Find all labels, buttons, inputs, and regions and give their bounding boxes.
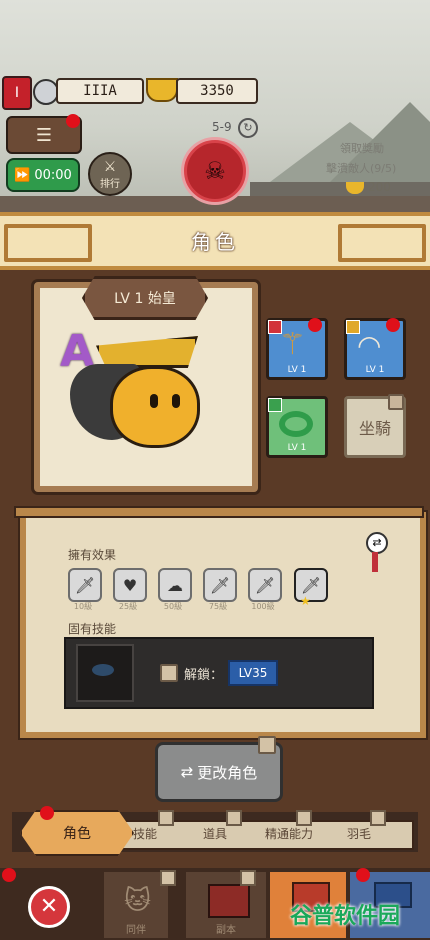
crossed-swords-icon: ⚔ [103, 158, 117, 175]
swap-effect-button[interactable]: ⇄ [366, 532, 388, 554]
swap-icon: ⇄ [180, 763, 194, 781]
sword-icon: 🗡 [74, 575, 96, 595]
watermark: 谷普软件园 [290, 904, 401, 929]
nav-alert-dot [2, 868, 16, 882]
tab-lock-icon [296, 810, 312, 826]
effect-threshold-5: 100級 [251, 602, 275, 611]
tassel-icon [372, 552, 378, 572]
tab-character-alert-dot [40, 806, 54, 820]
nav-close[interactable]: ✕ [0, 872, 100, 938]
nav-lock-icon [240, 870, 256, 886]
list-icon: ☰ [35, 124, 53, 146]
nav-companions[interactable]: 🐱 同伴 [104, 872, 168, 938]
close-icon: ✕ [28, 886, 70, 928]
equip-staff-alert-dot [308, 318, 322, 332]
unlock-label: 解鎖： [184, 668, 224, 683]
character-level-tag: LV 1 始皇 [82, 276, 208, 320]
cat-icon: 🐱 [124, 886, 152, 916]
equip-staff-level: LV 1 [287, 365, 307, 375]
fast-forward-icon: ⏩ [14, 167, 31, 183]
screen-header: 角色 [0, 212, 430, 270]
effect-icon-2[interactable]: ♥ [113, 568, 147, 602]
panel-ornament-top [14, 506, 424, 518]
tab-lock-icon [158, 810, 174, 826]
effect-threshold-4: 75級 [208, 602, 228, 611]
equip-staff-tag [268, 320, 282, 334]
gold-counter: 3350 [176, 78, 258, 104]
tab-lock-icon [226, 810, 242, 826]
change-character-label: 更改角色 [197, 763, 258, 782]
tab-character[interactable]: 角色 [20, 810, 134, 856]
effect-icon-1[interactable]: 🗡 [68, 568, 102, 602]
equip-fan-tag [346, 320, 360, 334]
sword-icon: 🗡 [209, 575, 231, 595]
tab-lock-icon [370, 810, 386, 826]
equip-bracelet-level: LV 1 [287, 443, 307, 453]
effects-title: 擁有效果 [68, 548, 117, 562]
change-lock-icon [258, 736, 276, 754]
staff-icon: ⚚ [279, 327, 306, 362]
rank-button[interactable]: ⚔ 排行 [88, 152, 132, 196]
nav-companions-label: 同伴 [126, 925, 146, 936]
sword-icon: 🗡 [254, 575, 276, 595]
skill-lock-icon [160, 664, 178, 682]
effect-threshold-3: 50級 [163, 602, 183, 611]
auto-play-button[interactable]: ⏩ 00:00 [6, 158, 80, 192]
effect-icon-5[interactable]: 🗡 [248, 568, 282, 602]
quest-title: 領取獎勵 [340, 142, 384, 155]
boss-demon-button[interactable]: ☠ [184, 140, 246, 202]
mount-lock-icon [388, 394, 404, 410]
ghost-icon: ☁ [167, 575, 183, 595]
effect-icon-3[interactable]: ☁ [158, 568, 192, 602]
refresh-icon[interactable]: ↻ [238, 118, 258, 138]
screen-title: 角色 [191, 230, 239, 254]
heart-icon: ♥ [122, 575, 138, 595]
sword-icon: 🗡 [300, 575, 322, 595]
skill-title: 固有技能 [68, 622, 117, 636]
gate-icon [208, 884, 250, 918]
equip-bracelet-tag [268, 398, 282, 412]
fan-icon: ◠ [357, 329, 382, 362]
wave-indicator: 5-9 [212, 120, 232, 134]
timer-text: 00:00 [34, 167, 72, 183]
quest-desc[interactable]: 擊潰敵人(9/5) [326, 160, 396, 176]
player-badge[interactable]: I [2, 76, 32, 110]
nav-lock-icon [160, 870, 176, 886]
nav-dungeon-label: 副本 [216, 925, 236, 936]
character-avatar [70, 336, 206, 454]
unlock-level-badge: LV35 [228, 660, 278, 686]
effect-threshold-1: 10級 [73, 602, 93, 611]
nav-shop-alert-dot [356, 868, 370, 882]
gem-counter: IIIA [56, 78, 144, 104]
quest-reward: 200 [368, 180, 391, 194]
equip-fan-alert-dot [386, 318, 400, 332]
star-icon: ★ [300, 594, 311, 608]
jade-bracelet-icon [279, 411, 313, 437]
demon-mask-icon: ☠ [204, 157, 226, 185]
effect-threshold-2: 25級 [118, 602, 138, 611]
rank-label: 排行 [100, 178, 120, 190]
mount-label: 坐騎 [358, 419, 391, 438]
feather-icon [92, 664, 114, 676]
tab-mastery[interactable]: 精通能力 [254, 820, 324, 846]
effect-icon-4[interactable]: 🗡 [203, 568, 237, 602]
gold-ingot-icon [146, 78, 178, 102]
equip-fan-level: LV 1 [365, 365, 385, 375]
menu-alert-dot [66, 114, 80, 128]
